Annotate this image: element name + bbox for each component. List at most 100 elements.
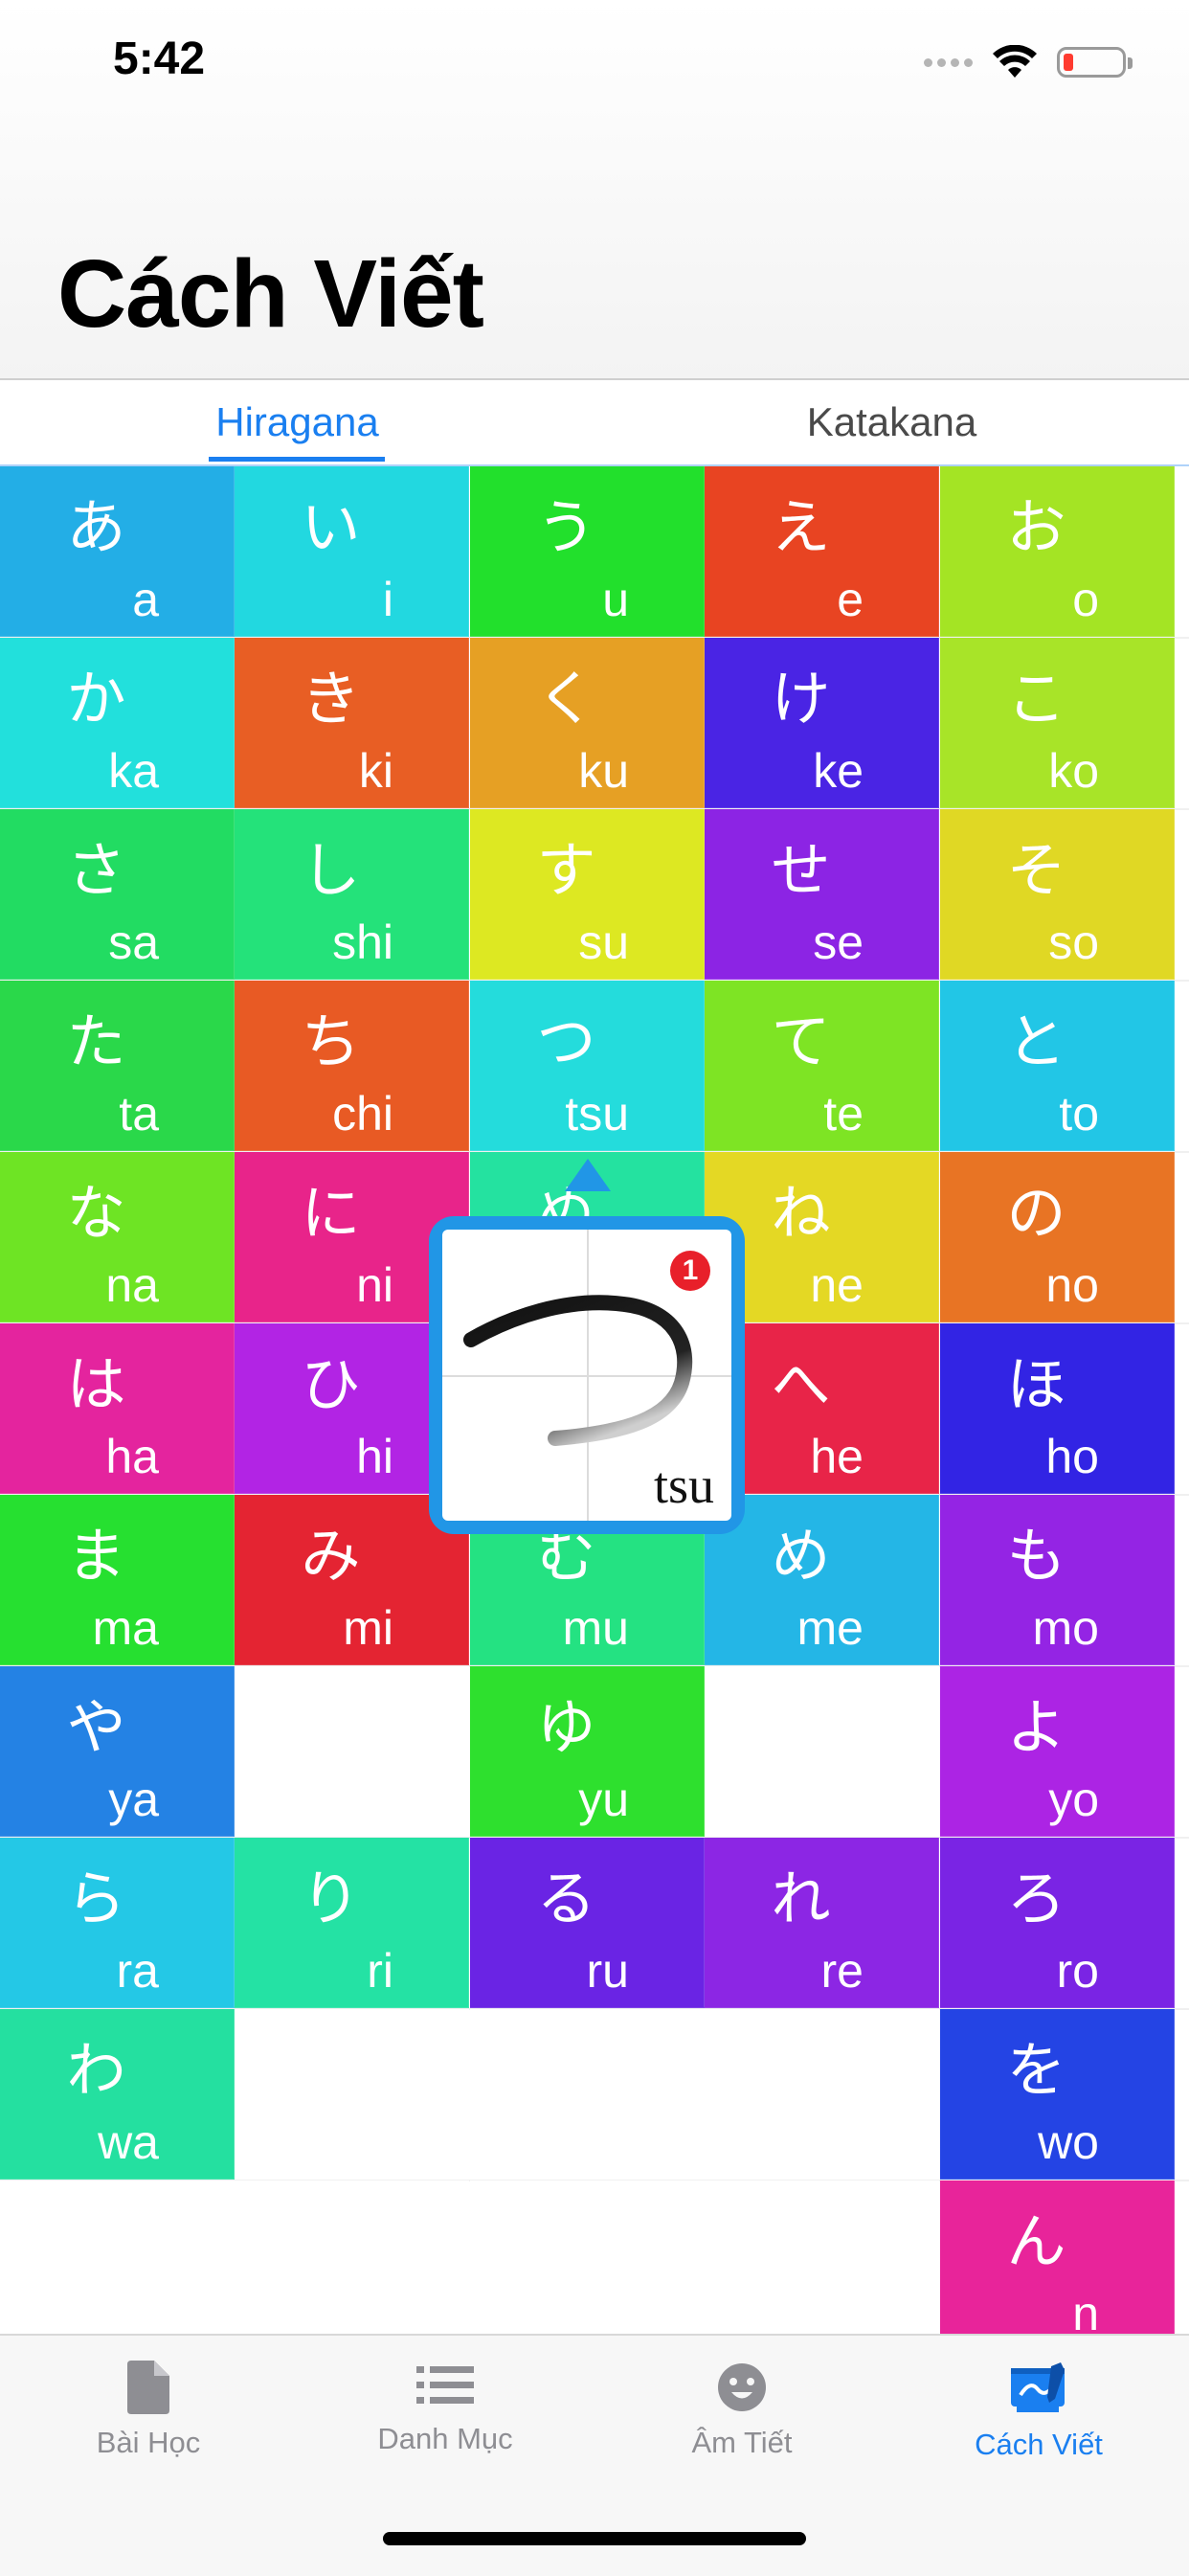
- kana-character: こ: [1006, 667, 1066, 733]
- kana-cell[interactable]: か ka: [0, 638, 235, 808]
- romaji-label: mo: [1032, 1601, 1099, 1655]
- romaji-label: ki: [358, 744, 393, 798]
- home-indicator[interactable]: [383, 2532, 806, 2545]
- kana-character: を: [1006, 2038, 1066, 2104]
- kana-cell[interactable]: を wo: [940, 2009, 1175, 2180]
- kana-cell[interactable]: る ru: [470, 1838, 705, 2008]
- romaji-label: wo: [1038, 2115, 1099, 2169]
- empty-cell: [705, 2181, 939, 2351]
- romaji-label: o: [1072, 573, 1099, 626]
- romaji-label: u: [602, 573, 629, 626]
- kana-cell[interactable]: よ yo: [940, 1666, 1175, 1837]
- kana-character: ほ: [1006, 1352, 1066, 1418]
- romaji-label: mi: [343, 1601, 393, 1655]
- romaji-label: se: [813, 915, 864, 969]
- romaji-label: hi: [356, 1430, 393, 1483]
- tabbar-label: Âm Tiết: [691, 2426, 793, 2459]
- kana-character: い: [301, 495, 361, 561]
- stroke-order-popup[interactable]: 1 tsu: [429, 1216, 745, 1534]
- kana-character: て: [771, 1009, 831, 1075]
- kana-cell[interactable]: は ha: [0, 1323, 235, 1494]
- kana-character: せ: [771, 838, 831, 904]
- tabbar-label: Danh Mục: [377, 2422, 513, 2455]
- kana-character: ち: [301, 1009, 361, 1075]
- kana-cell[interactable]: け ke: [705, 638, 939, 808]
- tabbar-lessons[interactable]: Bài Học: [0, 2361, 297, 2495]
- romaji-label: i: [382, 573, 393, 626]
- kana-character: そ: [1006, 838, 1066, 904]
- kana-cell[interactable]: んn: [940, 2181, 1175, 2351]
- romaji-label: ni: [356, 1258, 393, 1312]
- kana-cell[interactable]: わ wa: [0, 2009, 235, 2180]
- kana-character: る: [536, 1866, 596, 1932]
- kana-cell[interactable]: も mo: [940, 1495, 1175, 1665]
- romaji-label: sa: [108, 915, 159, 969]
- kana-cell[interactable]: な na: [0, 1152, 235, 1322]
- kana-cell[interactable]: そ so: [940, 809, 1175, 980]
- tabbar-writing[interactable]: Cách Viết: [890, 2361, 1187, 2495]
- kana-cell[interactable]: ろ ro: [940, 1838, 1175, 2008]
- romaji-label: wa: [98, 2115, 159, 2169]
- kana-cell[interactable]: こ ko: [940, 638, 1175, 808]
- kana-cell[interactable]: り ri: [235, 1838, 469, 2008]
- romaji-label: tsu: [565, 1087, 629, 1141]
- kana-cell[interactable]: いi: [235, 466, 469, 637]
- kana-character: あ: [66, 495, 126, 561]
- kana-cell[interactable]: うu: [470, 466, 705, 637]
- kana-cell[interactable]: えe: [705, 466, 939, 637]
- kana-cell[interactable]: れ re: [705, 1838, 939, 2008]
- kana-cell[interactable]: せ se: [705, 809, 939, 980]
- tab-katakana[interactable]: Katakana: [594, 380, 1189, 464]
- kana-cell[interactable]: ち chi: [235, 981, 469, 1151]
- romaji-label: chi: [332, 1087, 393, 1141]
- kana-character: も: [1006, 1524, 1066, 1590]
- kana-cell[interactable]: す su: [470, 809, 705, 980]
- kana-character: わ: [66, 2038, 126, 2104]
- romaji-label: ko: [1048, 744, 1099, 798]
- kana-cell[interactable]: さ sa: [0, 809, 235, 980]
- kana-cell[interactable]: ほ ho: [940, 1323, 1175, 1494]
- kana-character: れ: [771, 1866, 831, 1932]
- kana-cell[interactable]: と to: [940, 981, 1175, 1151]
- empty-cell: [705, 2009, 939, 2180]
- kana-cell[interactable]: ら ra: [0, 1838, 235, 2008]
- tab-hiragana[interactable]: Hiragana: [0, 380, 594, 464]
- kana-cell[interactable]: あa: [0, 466, 235, 637]
- empty-cell: [0, 2181, 235, 2351]
- status-icons: [924, 42, 1133, 82]
- kana-cell[interactable]: や ya: [0, 1666, 235, 1837]
- kana-cell[interactable]: ゆ yu: [470, 1666, 705, 1837]
- romaji-label: ke: [813, 744, 864, 798]
- kana-cell[interactable]: の no: [940, 1152, 1175, 1322]
- romaji-label: ra: [116, 1944, 159, 1998]
- tabbar-categories[interactable]: Danh Mục: [297, 2361, 594, 2495]
- kana-cell[interactable]: く ku: [470, 638, 705, 808]
- tab-selection-indicator: [209, 457, 385, 462]
- romaji-label: ka: [108, 744, 159, 798]
- kana-cell[interactable]: つ tsu: [470, 981, 705, 1151]
- kana-cell[interactable]: て te: [705, 981, 939, 1151]
- kana-cell[interactable]: き ki: [235, 638, 469, 808]
- empty-cell: [470, 2009, 705, 2180]
- kana-cell[interactable]: た ta: [0, 981, 235, 1151]
- romaji-label: to: [1059, 1087, 1099, 1141]
- page-title: Cách Viết: [57, 240, 484, 348]
- romaji-label: na: [105, 1258, 159, 1312]
- romaji-label: ta: [119, 1087, 159, 1141]
- stroke-order-canvas: 1 tsu: [442, 1230, 731, 1521]
- kana-character: た: [66, 1009, 126, 1075]
- writing-icon: [1011, 2362, 1065, 2412]
- face-icon: [718, 2363, 766, 2411]
- tabbar-syllables[interactable]: Âm Tiết: [594, 2361, 890, 2495]
- kana-character: か: [66, 667, 126, 733]
- kana-character: け: [771, 667, 831, 733]
- tabbar-label: Cách Viết: [975, 2428, 1103, 2461]
- romaji-label: ku: [578, 744, 629, 798]
- document-icon: [127, 2361, 169, 2414]
- kana-cell[interactable]: おo: [940, 466, 1175, 637]
- kana-character: の: [1006, 1181, 1066, 1247]
- kana-cell[interactable]: し shi: [235, 809, 469, 980]
- kana-character: し: [301, 838, 361, 904]
- kana-character: め: [771, 1524, 831, 1590]
- kana-cell[interactable]: ま ma: [0, 1495, 235, 1665]
